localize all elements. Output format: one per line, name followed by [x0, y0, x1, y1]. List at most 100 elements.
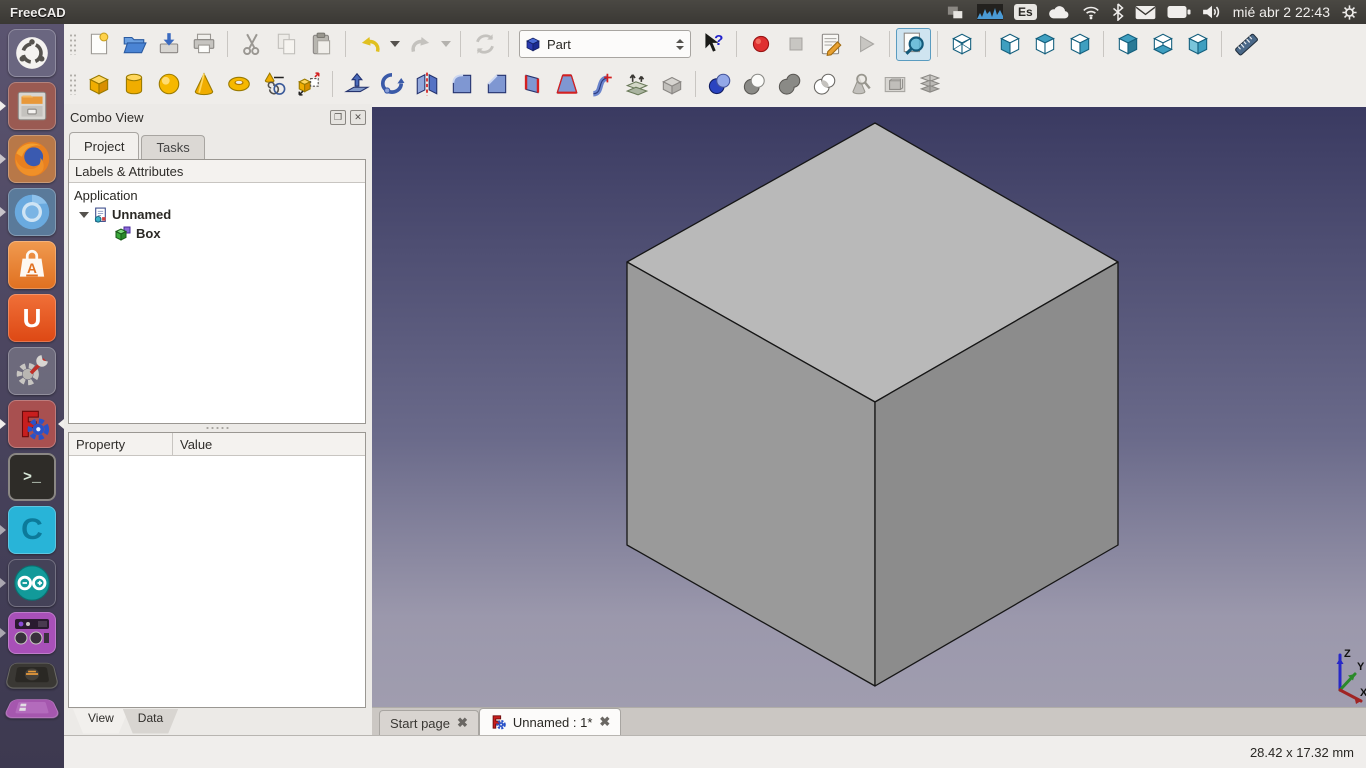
- property-column-header[interactable]: Property: [69, 433, 173, 455]
- view-axonometric-button[interactable]: [944, 28, 979, 61]
- measure-distance-button[interactable]: [1228, 28, 1263, 61]
- create-primitives-button[interactable]: [256, 68, 291, 101]
- launcher-system-settings[interactable]: [8, 347, 56, 395]
- launcher-terminal[interactable]: >_: [8, 453, 56, 501]
- redo-dropdown-arrow[interactable]: [438, 28, 454, 61]
- value-column-header[interactable]: Value: [173, 433, 212, 455]
- sweep-button[interactable]: [584, 68, 619, 101]
- mail-icon[interactable]: [1135, 5, 1156, 20]
- launcher-arduino[interactable]: [8, 559, 56, 607]
- macro-edit-button[interactable]: [813, 28, 848, 61]
- toolbar-grip[interactable]: [69, 73, 78, 95]
- tab-unnamed-document[interactable]: Unnamed : 1* ✖: [479, 708, 621, 735]
- launcher-stacked-app[interactable]: [4, 663, 59, 689]
- launcher-window-app[interactable]: [3, 699, 62, 718]
- boolean-button[interactable]: [702, 68, 737, 101]
- keyboard-layout-badge[interactable]: Es: [1014, 4, 1037, 20]
- union-button[interactable]: [772, 68, 807, 101]
- launcher-ubuntu-dash[interactable]: [8, 29, 56, 77]
- dock-close-icon[interactable]: ✕: [350, 110, 366, 125]
- tab-start-page[interactable]: Start page ✖: [379, 710, 479, 735]
- chamfer-button[interactable]: [479, 68, 514, 101]
- session-gear-icon[interactable]: [1341, 4, 1358, 21]
- close-tab-icon[interactable]: ✖: [457, 715, 468, 731]
- tab-view[interactable]: View: [73, 709, 129, 735]
- volume-icon[interactable]: [1202, 4, 1222, 20]
- cone-button[interactable]: [186, 68, 221, 101]
- cut-boolean-button[interactable]: [737, 68, 772, 101]
- toolbar-separator: [332, 71, 333, 97]
- extrude-button[interactable]: [339, 68, 374, 101]
- thickness-button[interactable]: [654, 68, 689, 101]
- tree-item-box[interactable]: Box: [69, 224, 365, 243]
- torus-button[interactable]: [221, 68, 256, 101]
- undo-button[interactable]: [352, 28, 387, 61]
- launcher-music-app[interactable]: [8, 612, 56, 654]
- view-rear-button[interactable]: [1110, 28, 1145, 61]
- clock[interactable]: mié abr 2 22:43: [1233, 4, 1330, 20]
- check-geometry-button[interactable]: [842, 68, 877, 101]
- refresh-button[interactable]: [467, 28, 502, 61]
- offset-button[interactable]: [619, 68, 654, 101]
- tab-data[interactable]: Data: [123, 709, 178, 735]
- fillet-button[interactable]: [444, 68, 479, 101]
- fit-all-button[interactable]: [896, 28, 931, 61]
- 3d-viewport[interactable]: Z Y X: [372, 104, 1366, 707]
- tree-item-document[interactable]: Unnamed: [69, 205, 365, 224]
- defeaturing-button[interactable]: [877, 68, 912, 101]
- cross-sections-button[interactable]: [912, 68, 947, 101]
- view-top-button[interactable]: [1027, 28, 1062, 61]
- redo-button[interactable]: [403, 28, 438, 61]
- open-file-button[interactable]: [116, 28, 151, 61]
- macro-stop-button[interactable]: [778, 28, 813, 61]
- print-button[interactable]: [186, 28, 221, 61]
- revolve-button[interactable]: [374, 68, 409, 101]
- macro-record-button[interactable]: [743, 28, 778, 61]
- paste-button[interactable]: [304, 28, 339, 61]
- shape-builder-button[interactable]: [291, 68, 326, 101]
- sphere-button[interactable]: [151, 68, 186, 101]
- launcher-files[interactable]: [8, 82, 56, 130]
- launcher-c-ide[interactable]: C: [8, 506, 56, 554]
- new-file-button[interactable]: [81, 28, 116, 61]
- loft-button[interactable]: [549, 68, 584, 101]
- workbench-selector[interactable]: Part: [519, 30, 691, 58]
- view-front-button[interactable]: [992, 28, 1027, 61]
- close-tab-icon[interactable]: ✖: [599, 714, 610, 730]
- view-right-button[interactable]: [1062, 28, 1097, 61]
- launcher-software-center[interactable]: A: [8, 241, 56, 289]
- system-monitor-icon[interactable]: [977, 3, 1003, 21]
- wifi-icon[interactable]: [1081, 4, 1101, 20]
- expand-triangle-icon[interactable]: [79, 212, 89, 218]
- macro-play-button[interactable]: [848, 28, 883, 61]
- property-table-body[interactable]: [69, 456, 365, 707]
- intersection-button[interactable]: [807, 68, 842, 101]
- launcher-chromium[interactable]: [8, 188, 56, 236]
- launcher-ubuntu-one[interactable]: U: [8, 294, 56, 342]
- workbench-spinner[interactable]: [676, 39, 686, 50]
- undo-dropdown-arrow[interactable]: [387, 28, 403, 61]
- cloud-icon[interactable]: [1048, 4, 1070, 20]
- box-button[interactable]: [81, 68, 116, 101]
- tree-root-application[interactable]: Application: [69, 186, 365, 205]
- save-button[interactable]: [151, 28, 186, 61]
- battery-icon[interactable]: [1167, 5, 1191, 19]
- combo-view-titlebar[interactable]: Combo View ❐ ✕: [64, 104, 372, 130]
- tab-tasks[interactable]: Tasks: [141, 135, 204, 159]
- copy-button[interactable]: [269, 28, 304, 61]
- ruled-surface-button[interactable]: [514, 68, 549, 101]
- whats-this-button[interactable]: ?: [695, 28, 730, 61]
- tab-project[interactable]: Project: [69, 132, 139, 159]
- launcher-freecad[interactable]: [8, 400, 56, 448]
- view-left-button[interactable]: [1180, 28, 1215, 61]
- window-switcher-icon[interactable]: [946, 3, 966, 21]
- mirror-button[interactable]: [409, 68, 444, 101]
- dock-float-icon[interactable]: ❐: [330, 110, 346, 125]
- view-bottom-button[interactable]: [1145, 28, 1180, 61]
- dock-splitter[interactable]: [64, 424, 372, 432]
- bluetooth-icon[interactable]: [1112, 3, 1124, 21]
- cylinder-button[interactable]: [116, 68, 151, 101]
- launcher-firefox[interactable]: [8, 135, 56, 183]
- cut-button[interactable]: [234, 28, 269, 61]
- toolbar-grip[interactable]: [69, 33, 78, 55]
